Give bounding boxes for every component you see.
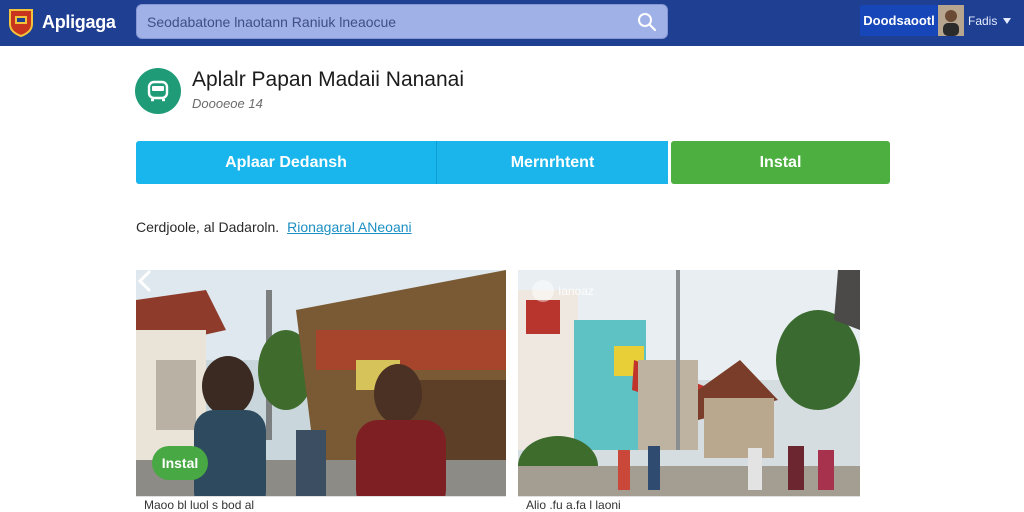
search-input[interactable] [147, 11, 617, 33]
chevron-down-icon [1003, 18, 1012, 24]
street-photo-2 [518, 270, 860, 512]
brand-logo-icon [9, 9, 33, 37]
screenshot-2[interactable]: Ianoaz Alio .fu a.fa l laoni [518, 270, 860, 512]
avatar[interactable] [938, 5, 964, 36]
description: Cerdjoole, al Dadaroln. Rionagaral ANeoa… [136, 219, 412, 235]
app-title: Aplalr Papan Madaii Nananai [192, 68, 465, 91]
brand-name: Apligaga [42, 11, 116, 32]
chevron-left-icon[interactable] [136, 270, 154, 292]
app-icon [135, 68, 181, 114]
primary-action-button[interactable]: Aplaar Dedansh [136, 141, 436, 184]
account-button[interactable]: Doodsaootl [860, 5, 938, 36]
install-badge[interactable]: Instal [152, 446, 208, 480]
app-subtitle: Doooeoe 14 [192, 96, 263, 111]
screenshot-badge-text: Ianoaz [558, 284, 595, 298]
search-icon[interactable] [637, 12, 657, 32]
play-icon[interactable] [532, 280, 554, 302]
action-buttons: Aplaar Dedansh Mernrhtent Instal [136, 141, 890, 184]
install-button[interactable]: Instal [671, 141, 890, 184]
search-bar[interactable] [136, 4, 668, 39]
bus-icon [147, 80, 169, 102]
screenshot-1[interactable]: Instal Maoo bl luol s bod al [136, 270, 506, 512]
screenshot-badge: Ianoaz [532, 280, 594, 302]
description-link[interactable]: Rionagaral ANeoani [287, 219, 412, 235]
description-text: Cerdjoole, al Dadaroln. [136, 219, 280, 235]
account-menu-label: Fadis [968, 14, 998, 28]
top-navigation-bar: Apligaga Doodsaootl Fadis [0, 0, 1024, 46]
screenshot-caption: Alio .fu a.fa l laoni [518, 496, 860, 512]
screenshot-caption: Maoo bl luol s bod al [136, 496, 506, 512]
secondary-action-button[interactable]: Mernrhtent [436, 141, 668, 184]
brand[interactable]: Apligaga [6, 6, 116, 38]
account-menu[interactable]: Fadis [968, 12, 1012, 30]
